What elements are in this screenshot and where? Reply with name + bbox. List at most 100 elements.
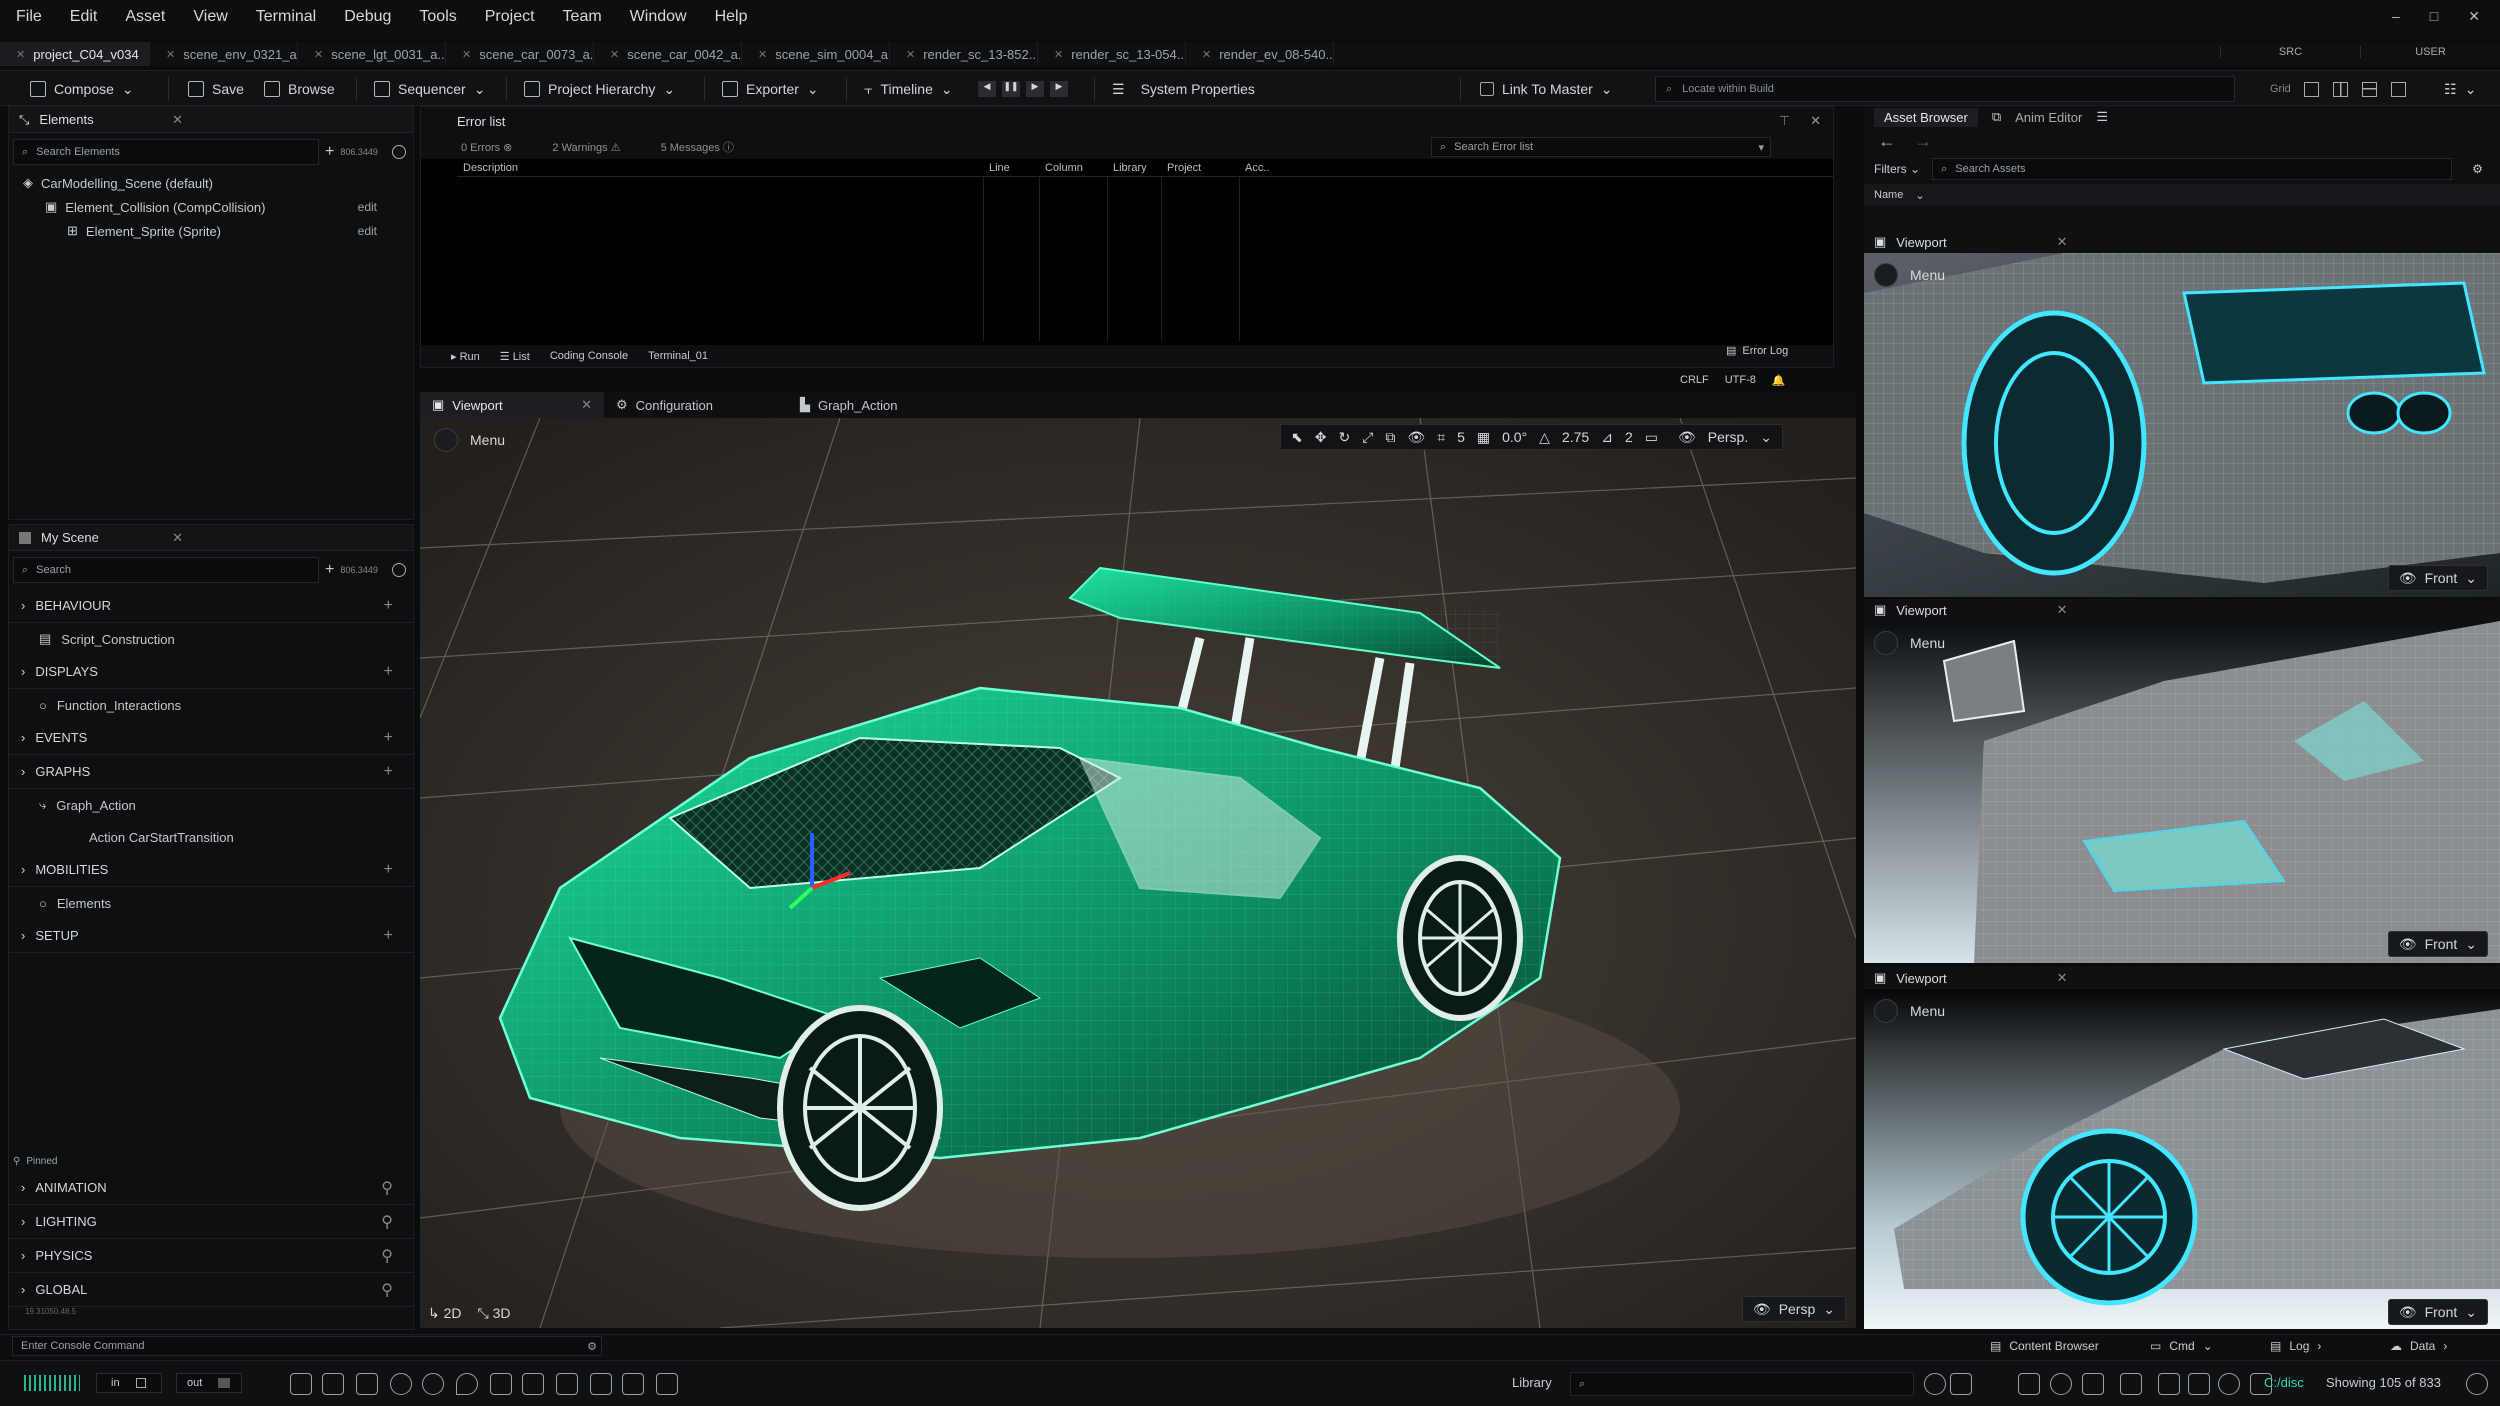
tool-settings-icon[interactable] <box>422 1373 444 1395</box>
forward-icon[interactable]: → <box>1914 131 1932 152</box>
tool-link-icon[interactable] <box>622 1373 644 1395</box>
perspective-dropdown[interactable]: 👁 Persp ⌄ <box>1741 1296 1846 1322</box>
anim-icon[interactable]: ☰ <box>2096 109 2108 125</box>
console-input[interactable]: Enter Console Command ⚙ <box>12 1336 602 1356</box>
error-log-tab[interactable]: ▤ Error Log <box>1726 344 1788 358</box>
pin-icon[interactable]: ⚲ <box>381 1246 393 1266</box>
close-tab-icon[interactable]: ✕ <box>758 48 767 61</box>
tree-item[interactable]: ⊞ Element_Sprite (Sprite) edit <box>17 219 413 243</box>
exporter-button[interactable]: Exporter ⌄ <box>710 71 831 107</box>
add-icon[interactable]: + <box>384 927 393 945</box>
pinned-section[interactable]: › PHYSICS ⚲ <box>9 1239 413 1273</box>
error-bottom-tab[interactable]: ▸ Run <box>451 350 480 363</box>
camera-icon[interactable]: ▭ <box>1645 429 1658 446</box>
mode-2d-button[interactable]: ↳ 2D <box>428 1305 462 1322</box>
right-viewport-2-menu[interactable]: Menu <box>1874 631 1945 655</box>
error-column-header[interactable]: Line <box>983 162 1039 174</box>
tool-download-icon[interactable] <box>356 1373 378 1395</box>
close-tab-icon[interactable]: ✕ <box>1054 48 1063 61</box>
warnings-filter[interactable]: 2 Warnings ⚠ <box>552 141 620 154</box>
target-icon[interactable] <box>2188 1373 2210 1395</box>
scale-icon[interactable]: ⤢ <box>1362 429 1373 446</box>
crlf-label[interactable]: CRLF <box>1680 374 1709 386</box>
sequencer-button[interactable]: Sequencer ⌄ <box>362 71 497 107</box>
bell-icon[interactable]: 🔔 <box>1772 374 1786 387</box>
angle-value[interactable]: 0.0° <box>1502 429 1527 445</box>
angle-snap-icon[interactable]: △ <box>1539 429 1550 446</box>
refresh-icon[interactable] <box>391 145 406 159</box>
layers-icon[interactable] <box>2082 1373 2104 1395</box>
right-viewport-2-view-dropdown[interactable]: 👁 Front ⌄ <box>2387 931 2488 957</box>
next-icon[interactable]: ▶ <box>1050 81 1068 97</box>
visibility-icon[interactable]: 👁 <box>1407 429 1425 446</box>
close-icon[interactable]: ✕ <box>581 397 592 413</box>
maximize-button[interactable]: □ <box>2430 8 2438 25</box>
local-global-icon[interactable]: ⧉ <box>1385 429 1395 446</box>
mode-3d-button[interactable]: ⤡ 3D <box>478 1305 511 1322</box>
file-tab[interactable]: ✕ render_sc_13-852... <box>890 42 1038 66</box>
snap-icon[interactable]: ⌗ <box>1437 429 1445 446</box>
src-label[interactable]: SRC <box>2220 46 2360 58</box>
error-search-input[interactable]: ⌕ Search Error list ▾ <box>1431 137 1771 157</box>
close-tab-icon[interactable]: ✕ <box>906 48 915 61</box>
move-icon[interactable]: ✥ <box>1315 429 1327 446</box>
user-label[interactable]: USER <box>2360 46 2500 58</box>
checkbox-icon[interactable] <box>1480 82 1494 96</box>
scene-section-item[interactable]: ○ Elements <box>9 887 413 919</box>
file-tab[interactable]: ✕ scene_sim_0004_a... <box>742 42 890 66</box>
pin-icon[interactable]: ⚲ <box>381 1280 393 1300</box>
right-viewport-1[interactable]: Menu 👁 Front ⌄ <box>1864 253 2500 597</box>
scene-section[interactable]: › DISPLAYS + <box>9 655 413 689</box>
elements-search-input[interactable]: ⌕ Search Elements <box>13 139 319 165</box>
record-icon[interactable] <box>2218 1373 2240 1395</box>
minimize-button[interactable]: – <box>2392 8 2400 25</box>
tool-move-icon[interactable] <box>490 1373 512 1395</box>
tool-sliders-icon[interactable] <box>290 1373 312 1395</box>
scale-value[interactable]: 2.75 <box>1562 429 1589 445</box>
right-viewport-3-menu[interactable]: Menu <box>1874 999 1945 1023</box>
globe-icon[interactable] <box>2050 1373 2072 1395</box>
error-column-header[interactable]: Library <box>1107 162 1161 174</box>
pinned-section[interactable]: › GLOBAL ⚲ <box>9 1273 413 1307</box>
close-icon[interactable]: ✕ <box>1810 113 1821 129</box>
menu-item-project[interactable]: Project <box>485 8 535 26</box>
close-icon[interactable]: ✕ <box>172 112 183 128</box>
previous-icon[interactable]: ◀ <box>978 81 996 97</box>
menu-item-help[interactable]: Help <box>715 8 748 26</box>
grid-snap-icon[interactable]: ▦ <box>1477 429 1490 446</box>
scene-section[interactable]: › SETUP + <box>9 919 413 953</box>
close-icon[interactable]: ✕ <box>2057 234 2068 250</box>
add-icon[interactable] <box>2158 1373 2180 1395</box>
file-tab[interactable]: ✕ scene_car_0042_a... <box>594 42 742 66</box>
encoding-label[interactable]: UTF-8 <box>1725 374 1756 386</box>
settings-icon[interactable] <box>2466 1373 2488 1395</box>
camera-count[interactable]: 2 <box>1625 429 1633 445</box>
file-tab[interactable]: ✕ project_C04_v034 <box>0 42 150 66</box>
pinned-section[interactable]: › ANIMATION ⚲ <box>9 1171 413 1205</box>
scene-section[interactable]: › GRAPHS + <box>9 755 413 789</box>
data-button[interactable]: ☁ Data › <box>2390 1335 2447 1357</box>
select-icon[interactable]: ⬉ <box>1291 429 1303 446</box>
locate-input[interactable]: ⌕ Locate within Build <box>1655 76 2235 102</box>
tab-graph-action[interactable]: ▙ Graph_Action <box>788 392 972 418</box>
settings-icon[interactable]: ⚙ <box>587 1340 597 1353</box>
pin-icon[interactable]: ⚲ <box>381 1212 393 1232</box>
add-icon[interactable]: + <box>325 561 334 579</box>
system-properties-button[interactable]: ☰ System Properties <box>1100 71 1267 107</box>
compose-button[interactable]: Compose ⌄ <box>18 71 146 107</box>
add-icon[interactable]: + <box>384 729 393 747</box>
tree-item[interactable]: ◈ CarModelling_Scene (default) <box>17 171 413 195</box>
save-button[interactable]: Save <box>176 71 256 107</box>
cmd-dropdown[interactable]: ▭ Cmd ⌄ <box>2150 1335 2213 1357</box>
error-bottom-tab[interactable]: Coding Console <box>550 350 628 362</box>
file-tab[interactable]: ✕ render_ev_08-540... <box>1186 42 1334 66</box>
tool-grid-icon[interactable] <box>656 1373 678 1395</box>
error-bottom-tab[interactable]: ☰ List <box>500 350 530 363</box>
close-icon[interactable]: ✕ <box>172 530 183 546</box>
library-search-input[interactable]: ⌕ <box>1570 1372 1914 1396</box>
menu-item-window[interactable]: Window <box>630 8 687 26</box>
in-point-field[interactable]: in <box>96 1373 162 1393</box>
pinned-section[interactable]: › LIGHTING ⚲ <box>9 1205 413 1239</box>
file-tab[interactable]: ✕ scene_car_0073_a... <box>446 42 594 66</box>
close-icon[interactable]: ✕ <box>2057 970 2068 986</box>
